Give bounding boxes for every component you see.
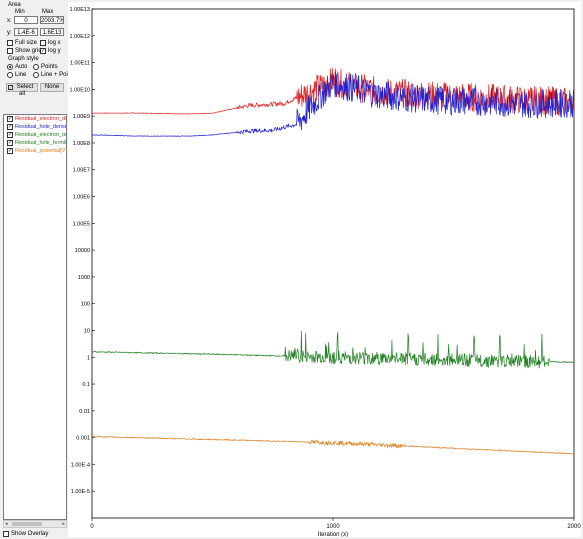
auto-radio[interactable]	[7, 64, 13, 70]
y-tick-label: 1000	[78, 275, 90, 281]
auto-label: Auto	[15, 64, 28, 70]
list-item[interactable]: ✓ Residual_electron_den	[4, 115, 66, 123]
y-tick-label: 1.00E-5	[71, 489, 90, 495]
series-label: Residual_potential[V]	[15, 148, 67, 154]
y-tick-label: 0.01	[79, 409, 90, 415]
line-points-radio[interactable]	[33, 72, 39, 78]
select-all-check-icon: ✓	[8, 85, 13, 90]
residual-chart[interactable]: 1.00E13 1.00E12 1.00E11 1.00E10 1.00E9 1.00E8…	[68, 2, 581, 538]
y-min-input[interactable]: 1.4E-6	[14, 28, 38, 36]
scroll-thumb[interactable]	[12, 522, 42, 526]
show-grid-label: Show grid	[15, 48, 42, 54]
y-tick-label: 1.00E-4	[71, 462, 90, 468]
full-size-label: Full size	[15, 40, 38, 46]
log-x-checkbox[interactable]	[40, 40, 46, 46]
series-checkbox[interactable]: ✓	[7, 140, 13, 146]
y-tick-label: 1	[87, 355, 90, 361]
show-grid-checkbox[interactable]	[7, 48, 13, 54]
graph-style-title: Graph style	[8, 56, 39, 62]
series-checkbox[interactable]: ✓	[7, 124, 13, 130]
x-axis-label: x:	[7, 18, 12, 24]
series-label: Residual_electron_term	[15, 132, 67, 138]
points-radio[interactable]	[33, 64, 39, 70]
scroll-right-icon[interactable]: ▸	[62, 521, 65, 527]
y-tick-label: 10	[84, 328, 90, 334]
show-overlay-checkbox[interactable]	[3, 531, 9, 537]
x-tick-label: 1000	[326, 524, 340, 530]
y-tick-label: 1.00E5	[73, 221, 90, 227]
list-item[interactable]: ✓ Residual_hole_fermilev	[4, 139, 66, 147]
series-label: Residual_hole_fermilev	[15, 140, 67, 146]
series-label: Residual_hole_density[	[15, 124, 67, 130]
y-tick-label: 1.00E7	[73, 168, 90, 174]
points-label: Points	[41, 64, 58, 70]
y-tick-label: 1.00E11	[70, 61, 90, 67]
log-x-label: log x	[48, 40, 61, 46]
y-tick-label: 0.001	[76, 436, 90, 442]
select-all-label: Select all	[16, 84, 34, 97]
x-max-input[interactable]: 2003.7%	[40, 16, 64, 24]
series-checkbox[interactable]: ✓	[7, 116, 13, 122]
y-tick-label: 1.00E10	[70, 87, 91, 93]
list-item[interactable]: ✓ Residual_electron_term	[4, 131, 66, 139]
list-item[interactable]: ✓ Residual_potential[V]	[4, 147, 66, 155]
y-tick-label: 10000	[75, 248, 90, 254]
y-tick-label: 1.00E12	[70, 34, 91, 40]
y-tick-label: 1.00E8	[73, 141, 90, 147]
x-tick-label: 2000	[567, 524, 581, 530]
line-label: Line	[15, 72, 27, 78]
chart-svg: 1.00E13 1.00E12 1.00E11 1.00E10 1.00E9 1.00E8…	[68, 2, 581, 538]
series-checkbox[interactable]: ✓	[7, 148, 13, 154]
max-header: Max	[42, 9, 54, 15]
line-radio[interactable]	[7, 72, 13, 78]
y-tick-label: 1.00E9	[73, 114, 90, 120]
x-axis-title: Iteration (x)	[318, 532, 348, 537]
full-size-checkbox[interactable]	[7, 40, 13, 46]
x-min-input[interactable]: 0	[14, 16, 38, 24]
min-header: Min	[15, 9, 25, 15]
y-tick-label: 0.1	[82, 382, 90, 388]
y-max-input[interactable]: 1.6E13	[40, 28, 64, 36]
y-tick-label: 1.00E6	[73, 195, 90, 201]
y-axis-label: y:	[7, 30, 12, 36]
list-item[interactable]: ✓ Residual_hole_density[	[4, 123, 66, 131]
none-button[interactable]: None	[40, 83, 64, 92]
y-tick-label: 1.00E13	[70, 7, 91, 13]
area-group-title: Area	[8, 2, 21, 8]
series-checkbox[interactable]: ✓	[7, 132, 13, 138]
series-list[interactable]: ✓ Residual_electron_den ✓ Residual_hole_…	[3, 114, 67, 520]
log-y-label: log y	[48, 48, 61, 54]
select-all-button[interactable]: ✓ Select all	[6, 83, 38, 97]
log-y-checkbox[interactable]: ✓	[40, 48, 46, 54]
series-label: Residual_electron_den	[15, 116, 67, 122]
series-list-scrollbar[interactable]: ◂ ▸	[3, 520, 67, 528]
scroll-left-icon[interactable]: ◂	[5, 521, 8, 527]
y-tick-label: 100	[81, 302, 90, 308]
show-overlay-label: Show Overlay	[11, 531, 49, 537]
